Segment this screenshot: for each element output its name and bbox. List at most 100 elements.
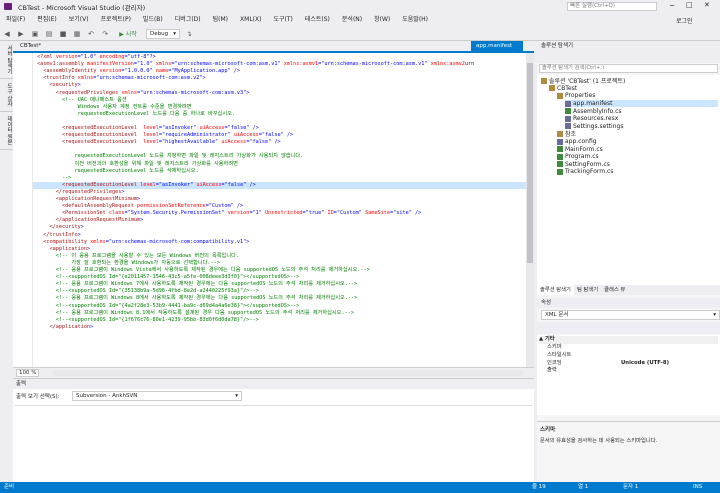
solution-tab[interactable]: 클래스 뷰 (601, 285, 628, 295)
code-line[interactable]: </application> (33, 324, 94, 331)
quick-launch-input[interactable]: 빠른 실행(Ctrl+Q) (567, 2, 657, 11)
maximize-button[interactable]: □ (686, 1, 693, 9)
property-value[interactable]: Unicode (UTF-8) (621, 360, 716, 368)
code-line[interactable]: </applicationRequestMinimum> (33, 217, 143, 224)
code-line[interactable]: </requestedPrivileges> (33, 189, 125, 196)
menu-item[interactable]: 파일(F) (0, 13, 31, 27)
menu-item[interactable]: 디버그(D) (169, 13, 207, 27)
horizontal-scrollbar[interactable] (53, 370, 523, 376)
code-line[interactable]: </security> (33, 224, 84, 231)
menu-item[interactable]: 테스트(S) (299, 13, 336, 27)
output-source-select[interactable]: Subversion - AnkhSVN ▾ (72, 391, 242, 401)
save-all-icon[interactable]: ▦ (72, 29, 82, 39)
code-line[interactable]: <PermissionSet class="System.Security.Pe… (33, 210, 421, 217)
menu-item[interactable]: 프로젝트(P) (95, 13, 137, 27)
tree-item[interactable]: CBTest (549, 85, 577, 93)
back-icon[interactable]: ◀ (2, 29, 12, 39)
code-line[interactable]: <applicationRequestMinimum> (33, 196, 140, 203)
menu-item[interactable]: 창(W) (368, 13, 396, 27)
menu-item[interactable]: 도구(T) (267, 13, 298, 27)
code-line[interactable]: <defaultAssemblyRequest permissionSetRef… (33, 203, 243, 210)
menu-item[interactable]: 도움말(H) (396, 13, 434, 27)
property-value[interactable] (621, 367, 716, 375)
tree-item-label: app.config (565, 138, 597, 146)
code-line[interactable]: <!-- 응용 프로그램이 Windows 7에서 사용하도록 제작된 경우에는… (33, 281, 358, 288)
tree-item[interactable]: 참조 (557, 130, 576, 138)
properties-object-select[interactable]: XML 문서 ▾ (541, 310, 720, 320)
code-line[interactable]: <requestedPrivileges xmlns="urn:schemas-… (33, 90, 250, 97)
solution-tab[interactable]: 팀 탐색기 (574, 285, 601, 295)
code-line[interactable]: <compatibility xmlns="urn:schemas-micros… (33, 239, 249, 246)
code-line[interactable]: <asmv1:assembly manifestVersion="1.0" xm… (33, 61, 474, 68)
property-value[interactable] (621, 344, 716, 352)
property-value[interactable] (621, 352, 716, 360)
redo-icon[interactable]: ↷ (100, 29, 110, 39)
tree-item[interactable]: SettingForm.cs (557, 161, 610, 169)
code-line[interactable]: requestedExecutionLevel 노드를 삭제하십시오. (33, 168, 198, 175)
menu-item[interactable]: 빌드(B) (137, 13, 169, 27)
code-line[interactable]: <application> (33, 246, 91, 253)
close-button[interactable]: ✕ (704, 1, 710, 9)
tree-item[interactable]: TrackingForm.cs (557, 168, 613, 176)
tree-item[interactable]: 솔루션 'CBTest' (1 프로젝트) (541, 77, 625, 85)
output-text-area[interactable] (15, 405, 532, 481)
code-line[interactable]: <trustInfo xmlns="urn:schemas-microsoft-… (33, 75, 205, 82)
code-line[interactable]: <!-- 이 응용 프로그램을 사용할 수 있는 모든 Windows 버전의 … (33, 253, 239, 260)
menu-item[interactable]: 분석(N) (336, 13, 368, 27)
code-line[interactable]: </trustInfo> (33, 232, 80, 239)
solution-search-input[interactable]: 솔루션 탐색기 검색(Ctrl+;) (539, 64, 718, 73)
properties-title: 속성 (537, 298, 720, 308)
tab-cbtest[interactable]: CBTest* (15, 41, 46, 52)
tab-app-manifest[interactable]: app.manifest ✕ (471, 41, 523, 60)
left-tab[interactable]: 데이터 원본 (0, 112, 13, 151)
code-editor[interactable]: <?xml version="1.0" encoding="utf-8"?> <a… (13, 53, 534, 367)
code-line[interactable]: <!--<supportedOS Id="{1f676c76-80e1-4239… (33, 317, 259, 324)
tree-item[interactable]: Resources.resx (565, 115, 618, 123)
tree-item[interactable]: MainForm.cs (557, 145, 603, 153)
editor-scrollbar[interactable] (526, 53, 534, 367)
code-line[interactable]: <!-- 응용 프로그램이 Windows 8.1에서 작동하도록 설계된 경우… (33, 310, 354, 317)
code-line[interactable]: requestedExecutionLevel 노드를 지정하면 파일 및 레지… (33, 153, 303, 160)
tree-item[interactable]: app.manifest (565, 99, 718, 108)
description-text: 문서의 유효성을 검사하는 데 사용되는 스키마입니다. (540, 438, 658, 444)
tree-item[interactable]: AssemblyInfo.cs (565, 107, 622, 115)
code-line[interactable]: --> (33, 175, 71, 182)
new-project-icon[interactable]: ▣ (30, 29, 40, 39)
forward-icon[interactable]: ▶ (16, 29, 26, 39)
code-line[interactable]: <!-- UAC 매니페스트 옵션 (33, 97, 127, 104)
code-line[interactable]: 이전 버전과의 호환성을 위해 파일 및 레지스트리 가상화를 사용하려면 (33, 161, 237, 168)
menu-item[interactable]: 편집(E) (31, 13, 63, 27)
zoom-select[interactable]: 100 % (16, 369, 40, 377)
menu-item[interactable]: 팀(M) (207, 13, 234, 27)
minimize-button[interactable]: ─ (670, 2, 674, 10)
left-tab[interactable]: 도구 상자 (0, 79, 13, 112)
code-line[interactable]: requestedExecutionLevel 노드를 다음 중 하나로 바꾸십… (33, 111, 235, 118)
code-line[interactable]: 가장 잘 호환되는 환경을 Windows가 자동으로 선택합니다.--> (33, 260, 220, 267)
code-line[interactable]: <!--<supportedOS Id="{4a2f28e3-53b9-4441… (33, 303, 300, 310)
code-line[interactable]: <requestedExecutionLevel level="asInvoke… (33, 125, 259, 132)
tree-item[interactable]: Properties (557, 92, 595, 100)
code-line[interactable]: <!-- 응용 프로그램이 Windows Vista에서 사용하도록 제작된 … (33, 267, 370, 274)
code-line[interactable]: <requestedExecutionLevel level="highestA… (33, 139, 281, 146)
code-line[interactable]: <requestedExecutionLevel level="asInvoke… (33, 181, 526, 189)
code-line[interactable]: <requestedExecutionLevel level="requireA… (33, 132, 293, 139)
code-line[interactable]: <assemblyIdentity version="1.0.0.0" name… (33, 68, 240, 75)
solution-tab[interactable]: 솔루션 탐색기 (537, 285, 574, 295)
config-select[interactable]: Debug ▾ (146, 28, 180, 39)
tree-item[interactable]: app.config (557, 138, 597, 146)
undo-icon[interactable]: ↶ (86, 29, 96, 39)
left-tab[interactable]: 서버 탐색기 (0, 41, 13, 80)
code-line[interactable]: <?xml version="1.0" encoding="utf-8"?> (33, 54, 156, 61)
code-line[interactable]: <security> (33, 82, 81, 89)
open-icon[interactable]: ▤ (44, 29, 54, 39)
menu-item[interactable]: 보기(V) (63, 13, 95, 27)
start-button[interactable]: ▶ 시작 (114, 29, 142, 39)
menu-item[interactable]: XML(X) (234, 13, 267, 27)
tree-item[interactable]: Program.cs (557, 153, 599, 161)
code-line[interactable]: <!-- 응용 프로그램이 Windows 8에서 사용하도록 제작된 경우에는… (33, 295, 358, 302)
login-link[interactable]: 로그인 (676, 16, 693, 25)
code-line[interactable] (33, 118, 37, 125)
save-icon[interactable]: ■ (58, 29, 68, 39)
code-line[interactable]: Windows 사용자 계정 컨트롤 수준을 변경하려면 (33, 104, 192, 111)
step-icon[interactable]: ↴ (184, 29, 194, 39)
